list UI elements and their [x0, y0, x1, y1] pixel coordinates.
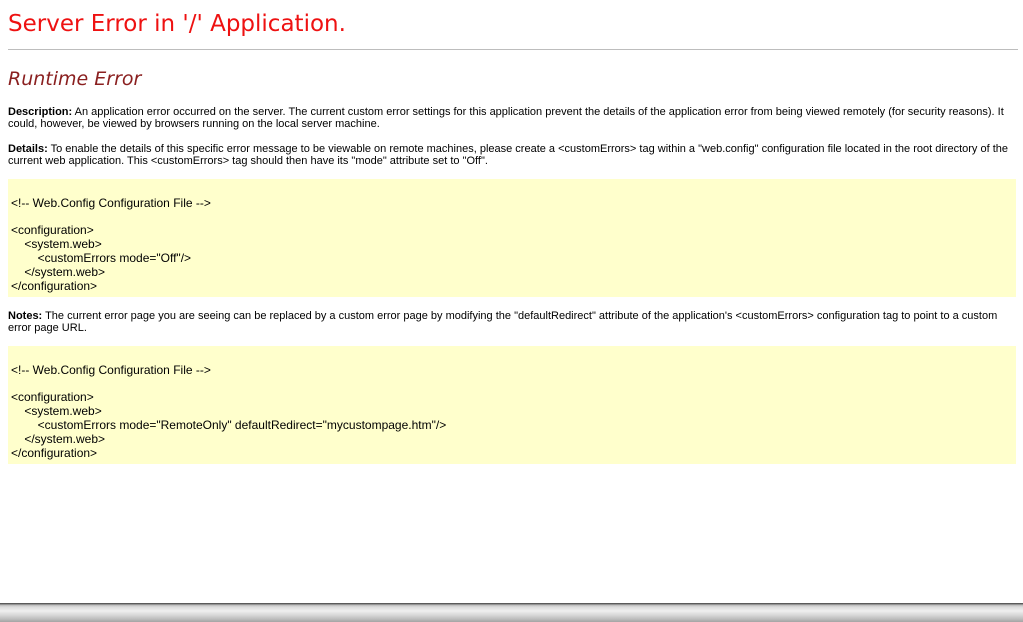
code-line: </system.web>	[11, 432, 106, 446]
page-title: Server Error in '/' Application.	[8, 11, 346, 37]
description-label: Description:	[8, 106, 73, 118]
notes-text: The current error page you are seeing ca…	[8, 310, 998, 334]
error-page: Server Error in '/' Application. Runtime…	[0, 0, 1023, 622]
code-line: <customErrors mode="RemoteOnly" defaultR…	[11, 418, 447, 432]
code-line: <system.web>	[11, 237, 102, 251]
code-line: <configuration>	[11, 390, 94, 404]
code-line: <!-- Web.Config Configuration File -->	[11, 363, 211, 377]
code-line: <system.web>	[11, 404, 102, 418]
notes-label: Notes:	[8, 310, 43, 322]
error-subtitle: Runtime Error	[8, 68, 142, 90]
code-line: </configuration>	[11, 279, 98, 293]
description-text: An application error occurred on the ser…	[8, 106, 1004, 130]
details-label: Details:	[8, 143, 48, 155]
code-line: <customErrors mode="Off"/>	[11, 251, 192, 265]
code-line: </system.web>	[11, 265, 106, 279]
title-divider	[8, 49, 1018, 50]
code-line: <!-- Web.Config Configuration File -->	[11, 196, 211, 210]
window-bottom-bar	[0, 603, 1023, 622]
config-code-block: <!-- Web.Config Configuration File --> <…	[8, 179, 1016, 297]
redirect-code-block: <!-- Web.Config Configuration File --> <…	[8, 346, 1016, 464]
details-text: To enable the details of this specific e…	[8, 143, 1008, 167]
code-line: </configuration>	[11, 446, 98, 460]
details-paragraph: Details: To enable the details of this s…	[8, 143, 1016, 167]
description-paragraph: Description: An application error occurr…	[8, 106, 1016, 130]
code-line: <configuration>	[11, 223, 94, 237]
notes-paragraph: Notes: The current error page you are se…	[8, 310, 1016, 334]
